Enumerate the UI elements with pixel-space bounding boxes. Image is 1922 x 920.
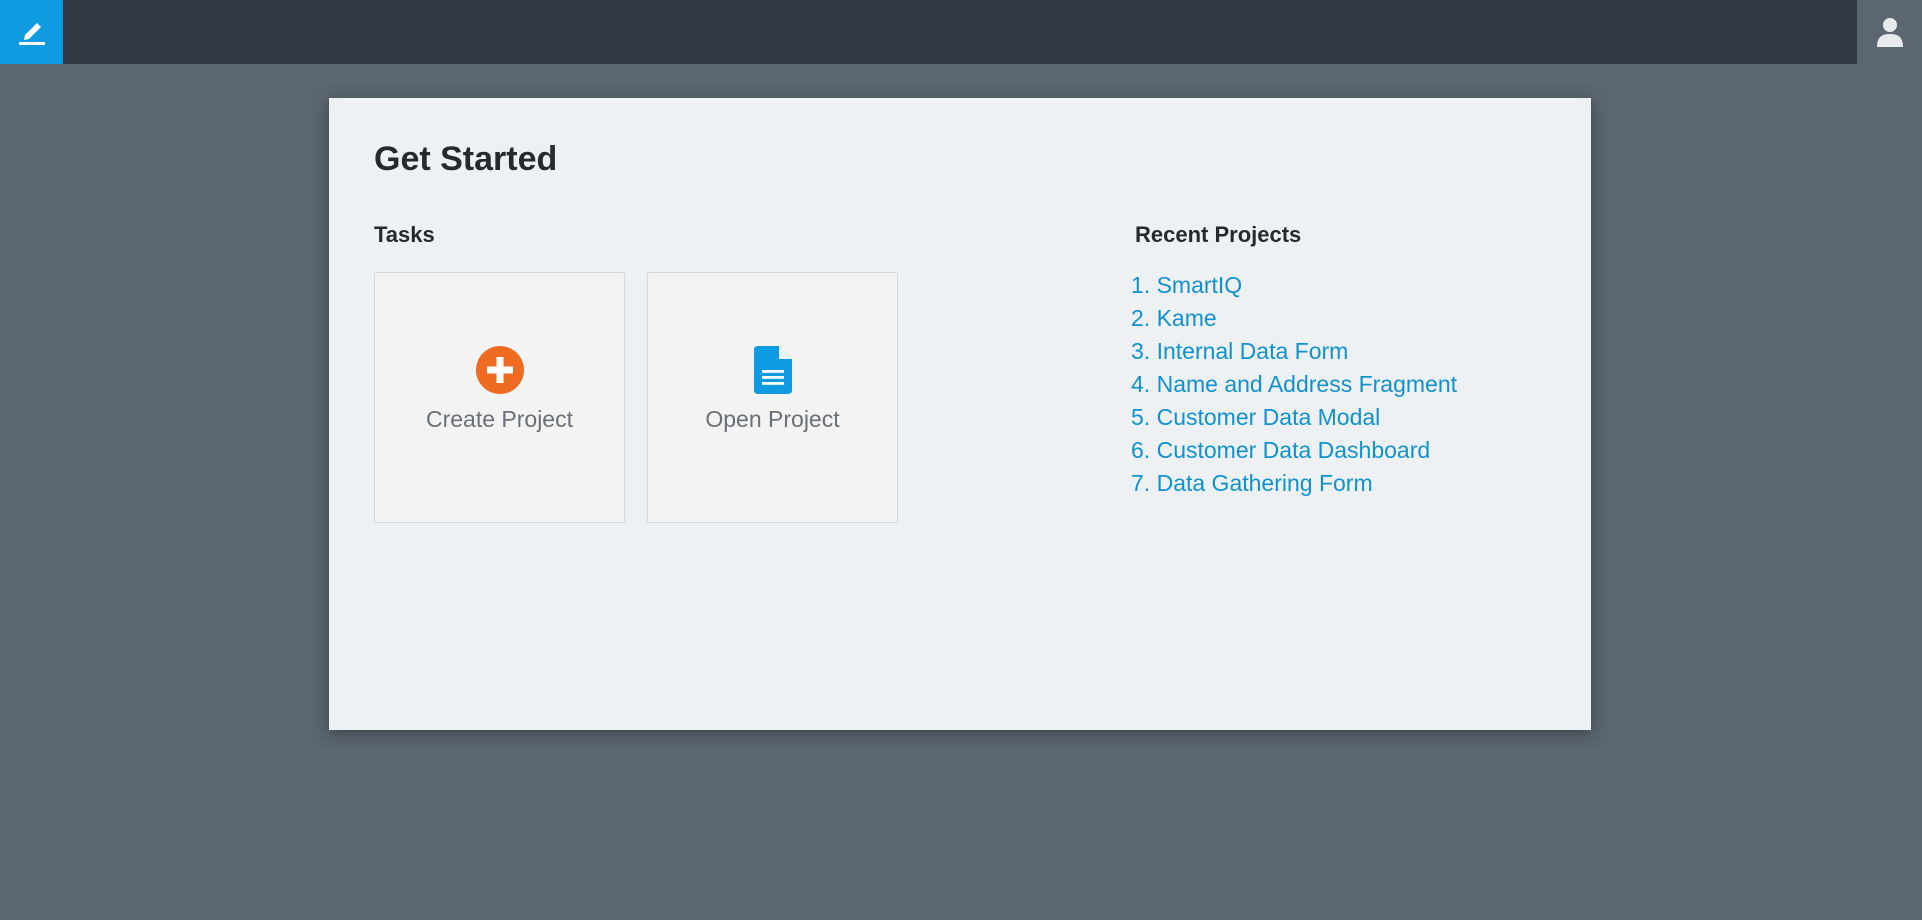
user-menu-button[interactable]	[1857, 0, 1922, 64]
recent-projects-list: 1. SmartIQ 2. Kame 3. Internal Data Form…	[1131, 269, 1457, 500]
recent-project-item: 2. Kame	[1131, 302, 1457, 335]
recent-project-link[interactable]: 3. Internal Data Form	[1131, 338, 1348, 364]
create-project-label: Create Project	[425, 406, 573, 432]
recent-project-item: 4. Name and Address Fragment	[1131, 368, 1457, 401]
get-started-panel: Get Started Tasks Create Project Open Pr…	[329, 98, 1591, 730]
plus-circle-icon	[475, 346, 524, 394]
recent-project-item: 7. Data Gathering Form	[1131, 467, 1457, 500]
recent-project-link[interactable]: 6. Customer Data Dashboard	[1131, 437, 1430, 463]
page-title: Get Started	[374, 140, 558, 178]
user-icon	[1876, 18, 1903, 47]
recent-project-item: 3. Internal Data Form	[1131, 335, 1457, 368]
recent-project-item: 1. SmartIQ	[1131, 269, 1457, 302]
document-icon	[749, 346, 797, 394]
recent-project-link[interactable]: 4. Name and Address Fragment	[1131, 371, 1457, 397]
create-project-card[interactable]: Create Project	[374, 272, 625, 523]
open-project-label: Open Project	[705, 406, 840, 432]
home-button[interactable]	[0, 0, 63, 64]
recent-project-item: 6. Customer Data Dashboard	[1131, 434, 1457, 467]
recent-projects-heading: Recent Projects	[1135, 222, 1302, 247]
recent-project-item: 5. Customer Data Modal	[1131, 401, 1457, 434]
recent-project-link[interactable]: 1. SmartIQ	[1131, 272, 1242, 298]
open-project-card[interactable]: Open Project	[647, 272, 898, 523]
top-bar	[0, 0, 1922, 64]
tasks-heading: Tasks	[374, 222, 435, 247]
recent-project-link[interactable]: 7. Data Gathering Form	[1131, 470, 1373, 496]
pencil-icon	[18, 23, 45, 45]
recent-project-link[interactable]: 2. Kame	[1131, 305, 1217, 331]
recent-project-link[interactable]: 5. Customer Data Modal	[1131, 404, 1380, 430]
